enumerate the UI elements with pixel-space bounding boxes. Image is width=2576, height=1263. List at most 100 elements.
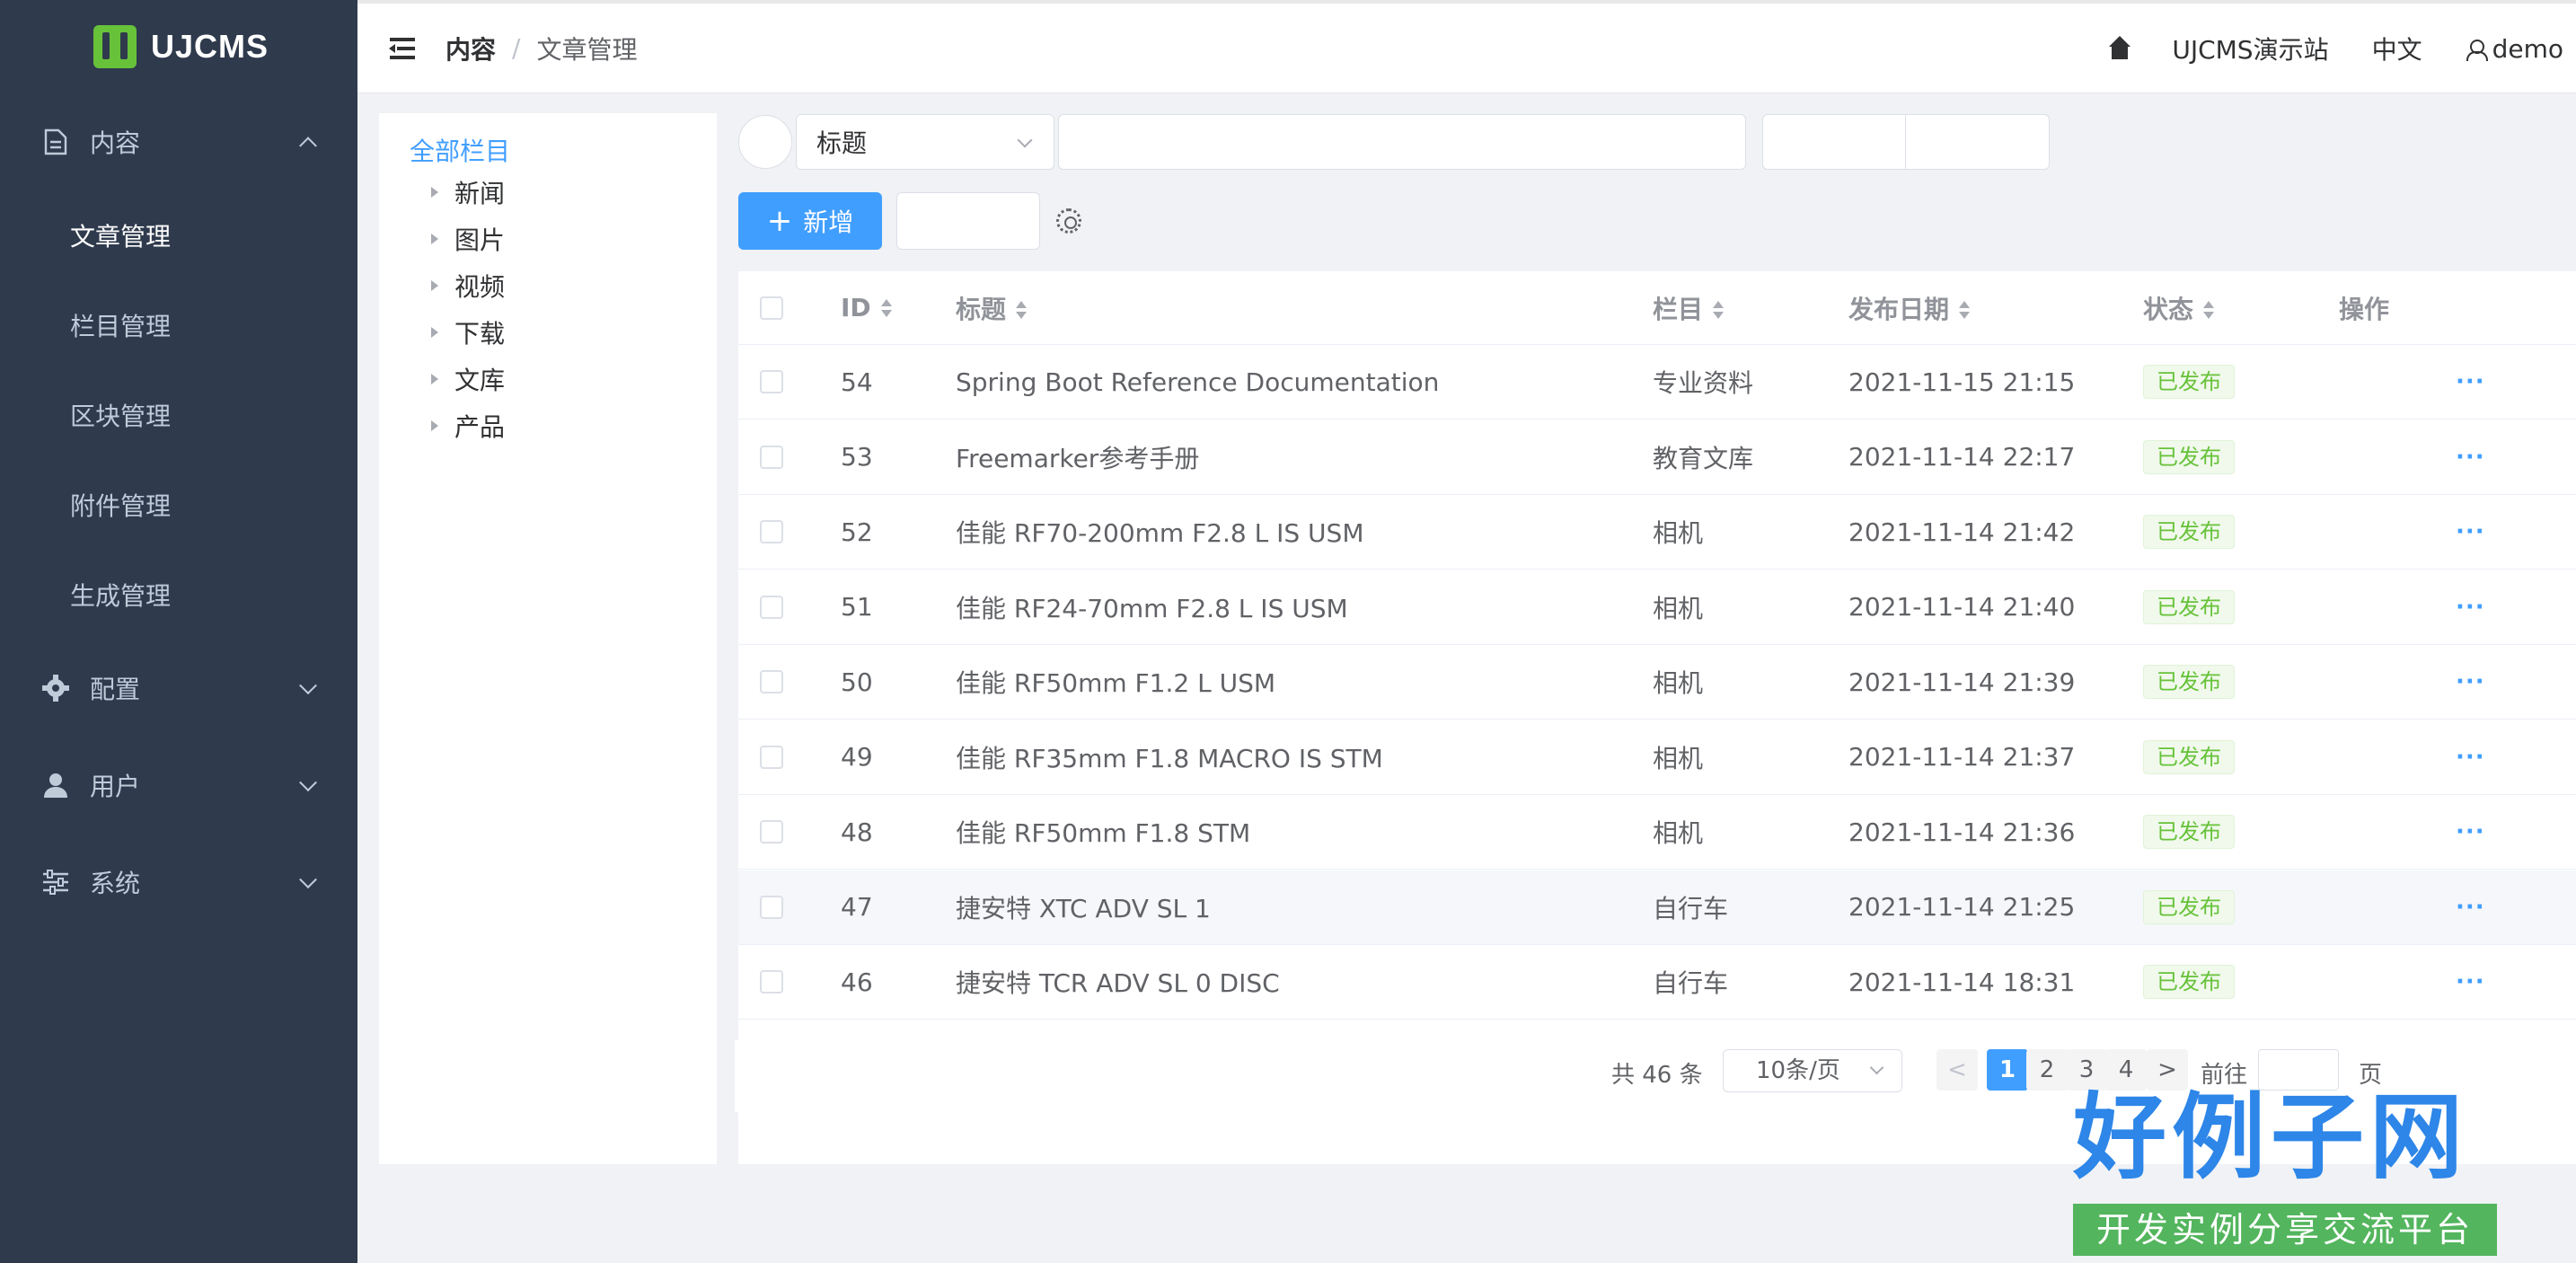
tree-node[interactable]: 视频 — [410, 262, 717, 309]
tree-node-label: 新闻 — [454, 179, 506, 208]
more-actions-icon[interactable]: ··· — [2456, 594, 2485, 621]
caret-right-icon[interactable] — [431, 327, 438, 338]
add-button-label: 新增 — [803, 208, 854, 237]
search-input[interactable] — [1058, 114, 1746, 170]
table-row[interactable]: 54 Spring Boot Reference Documentation 专业资… — [738, 345, 2576, 420]
more-actions-icon[interactable]: ··· — [2456, 968, 2485, 995]
cell-title[interactable]: 捷安特 XTC ADV SL 1 — [956, 889, 1211, 925]
more-actions-icon[interactable]: ··· — [2456, 744, 2485, 771]
cell-channel: 自行车 — [1653, 968, 1729, 998]
page-size-select[interactable]: 10条/页 — [1723, 1049, 1902, 1092]
reset-button[interactable] — [1906, 114, 2050, 170]
caret-right-icon[interactable] — [431, 374, 438, 384]
row-checkbox[interactable] — [760, 520, 783, 543]
prev-page-button[interactable]: < — [1936, 1049, 1978, 1091]
table-row[interactable]: 53 Freemarker参考手册 教育文库 2021-11-14 22:17 已发布 ·… — [738, 420, 2576, 495]
page-number[interactable]: 1 — [1987, 1049, 2028, 1091]
table-row[interactable]: 48 佳能 RF50mm F1.8 STM 相机 2021-11-14 21:36 已发… — [738, 795, 2576, 870]
table-row[interactable]: 52 佳能 RF70-200mm F2.8 L IS USM 相机 2021-11-1… — [738, 495, 2576, 570]
cell-title[interactable]: Freemarker参考手册 — [956, 439, 1199, 475]
sort-icon[interactable] — [1958, 299, 1971, 322]
column-header-status[interactable]: 状态 — [2143, 290, 2215, 326]
cell-date: 2021-11-15 21:15 — [1848, 367, 2076, 397]
more-actions-icon[interactable]: ··· — [2456, 368, 2485, 395]
username: demo — [2492, 33, 2563, 64]
more-actions-icon[interactable]: ··· — [2456, 818, 2485, 845]
column-header-title[interactable]: 标题 — [956, 290, 1028, 326]
caret-right-icon[interactable] — [431, 420, 438, 431]
sidebar-item-generate[interactable]: 生成管理 — [0, 550, 357, 640]
sort-icon[interactable] — [2202, 299, 2215, 322]
site-link[interactable]: UJCMS演示站 — [2172, 31, 2328, 66]
sidebar-item-articles[interactable]: 文章管理 — [0, 190, 357, 280]
search-circle-button[interactable] — [738, 115, 792, 169]
caret-right-icon[interactable] — [431, 187, 438, 198]
row-checkbox[interactable] — [760, 445, 783, 469]
cell-title[interactable]: 捷安特 TCR ADV SL 0 DISC — [956, 964, 1280, 1000]
sort-icon[interactable] — [1015, 299, 1028, 322]
more-actions-icon[interactable]: ··· — [2456, 894, 2485, 921]
cell-title[interactable]: Spring Boot Reference Documentation — [956, 367, 1439, 397]
home-icon[interactable] — [2107, 36, 2132, 61]
search-field-select[interactable]: 标题 — [796, 114, 1054, 170]
sidebar-item-blocks[interactable]: 区块管理 — [0, 370, 357, 460]
page-number[interactable]: 2 — [2026, 1049, 2068, 1091]
column-header-channel[interactable]: 栏目 — [1653, 290, 1725, 326]
sidebar-item-attachments[interactable]: 附件管理 — [0, 460, 357, 550]
caret-right-icon[interactable] — [431, 234, 438, 244]
table-row[interactable]: 47 捷安特 XTC ADV SL 1 自行车 2021-11-14 21:25 已发布… — [738, 870, 2576, 945]
cell-title[interactable]: 佳能 RF24-70mm F2.8 L IS USM — [956, 589, 1348, 625]
table-row[interactable]: 49 佳能 RF35mm F1.8 MACRO IS STM 相机 2021-11-1… — [738, 720, 2576, 795]
cell-id: 50 — [841, 667, 873, 697]
cell-title[interactable]: 佳能 RF50mm F1.2 L USM — [956, 664, 1275, 700]
cell-title[interactable]: 佳能 RF70-200mm F2.8 L IS USM — [956, 514, 1363, 550]
menu-group-system[interactable]: 系统 — [0, 834, 357, 931]
select-all-checkbox[interactable] — [760, 296, 783, 320]
logo[interactable]: UJCMS — [0, 0, 357, 93]
row-checkbox[interactable] — [760, 670, 783, 693]
more-actions-icon[interactable]: ··· — [2456, 518, 2485, 545]
tree-node[interactable]: 下载 — [410, 309, 717, 356]
user-icon — [40, 769, 72, 801]
table-row[interactable]: 51 佳能 RF24-70mm F2.8 L IS USM 相机 2021-11-14… — [738, 570, 2576, 645]
language-switch[interactable]: 中文 — [2372, 31, 2422, 66]
sort-icon[interactable] — [880, 297, 893, 321]
cell-title[interactable]: 佳能 RF50mm F1.8 STM — [956, 814, 1250, 850]
row-checkbox[interactable] — [760, 595, 783, 619]
sort-icon[interactable] — [1712, 299, 1725, 322]
breadcrumb-item[interactable]: 内容 — [446, 31, 496, 66]
row-checkbox[interactable] — [760, 970, 783, 994]
search-field-value: 标题 — [816, 128, 868, 158]
tree-node[interactable]: 图片 — [410, 216, 717, 262]
menu-group-users[interactable]: 用户 — [0, 737, 357, 834]
user-menu[interactable]: demo — [2466, 34, 2563, 64]
row-checkbox[interactable] — [760, 370, 783, 393]
column-header-date[interactable]: 发布日期 — [1848, 290, 1971, 326]
sidebar-item-channels[interactable]: 栏目管理 — [0, 280, 357, 370]
add-button[interactable]: + 新增 — [738, 192, 882, 250]
tree-root[interactable]: 全部栏目 — [410, 131, 717, 169]
more-actions-icon[interactable]: ··· — [2456, 444, 2485, 471]
search-button[interactable] — [1762, 114, 1906, 170]
row-checkbox[interactable] — [760, 895, 783, 919]
tree-node[interactable]: 文库 — [410, 356, 717, 402]
batch-action-button[interactable] — [896, 192, 1040, 250]
table-row[interactable]: 46 捷安特 TCR ADV SL 0 DISC 自行车 2021-11-14 18:… — [738, 945, 2576, 1020]
status-badge: 已发布 — [2143, 739, 2235, 774]
menu-fold-icon[interactable] — [389, 37, 415, 59]
column-header-id[interactable]: ID — [841, 293, 893, 322]
row-checkbox[interactable] — [760, 820, 783, 843]
breadcrumb-item: 文章管理 — [536, 34, 638, 65]
more-actions-icon[interactable]: ··· — [2456, 668, 2485, 695]
pagination-total: 共 46 条 — [1611, 1062, 1703, 1089]
tree-node[interactable]: 产品 — [410, 402, 717, 449]
header-actions: UJCMS演示站 中文 demo — [2107, 4, 2563, 93]
menu-group-content[interactable]: 内容 — [0, 93, 357, 190]
row-checkbox[interactable] — [760, 745, 783, 769]
gear-icon[interactable] — [1056, 208, 1081, 234]
table-row[interactable]: 50 佳能 RF50mm F1.2 L USM 相机 2021-11-14 21:39… — [738, 645, 2576, 720]
caret-right-icon[interactable] — [431, 280, 438, 291]
tree-node[interactable]: 新闻 — [410, 169, 717, 216]
menu-group-config[interactable]: 配置 — [0, 640, 357, 737]
cell-title[interactable]: 佳能 RF35mm F1.8 MACRO IS STM — [956, 739, 1383, 775]
